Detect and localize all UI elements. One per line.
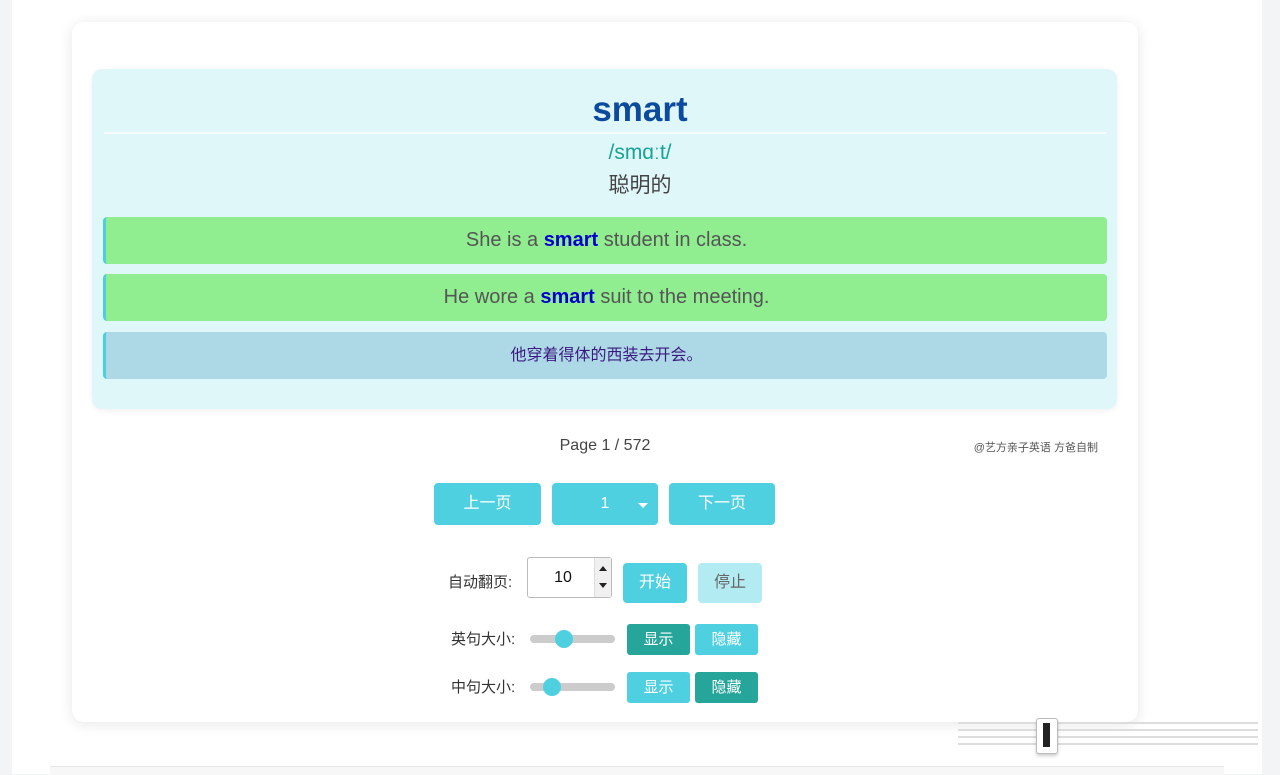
example-sentence-2: He wore a smart suit to the meeting. xyxy=(103,274,1107,321)
english-size-slider[interactable] xyxy=(530,630,615,648)
chinese-hide-button[interactable]: 隐藏 xyxy=(695,672,758,703)
scroll-handle[interactable] xyxy=(1036,718,1058,754)
next-page-button[interactable]: 下一页 xyxy=(669,483,775,525)
sentence-keyword: smart xyxy=(543,229,599,251)
autoplay-label: 自动翻页: xyxy=(448,574,513,591)
page-select-value: 1 xyxy=(600,495,610,512)
example-sentence-1: She is a smart student in class. xyxy=(103,217,1107,264)
chinese-size-label: 中句大小: xyxy=(451,679,516,696)
english-show-button[interactable]: 显示 xyxy=(627,624,690,655)
translation-sentence: 他穿着得体的西装去开会。 xyxy=(103,332,1107,379)
number-spinner[interactable] xyxy=(594,558,611,597)
spin-up-icon[interactable] xyxy=(599,566,607,571)
autoplay-interval-value: 10 xyxy=(554,569,572,586)
word-divider xyxy=(104,132,1107,134)
sentence-before: He wore a xyxy=(443,286,541,308)
english-hide-button[interactable]: 隐藏 xyxy=(695,624,758,655)
autoplay-start-button[interactable]: 开始 xyxy=(623,563,687,603)
page-select[interactable]: 1 xyxy=(552,483,658,525)
sentence-keyword: smart xyxy=(540,286,595,308)
autoplay-stop-button[interactable]: 停止 xyxy=(698,563,762,603)
chevron-down-icon xyxy=(638,503,648,508)
meaning: 聪明的 xyxy=(608,174,672,197)
slider-thumb[interactable] xyxy=(555,630,573,648)
spin-down-icon[interactable] xyxy=(599,583,607,588)
english-size-label: 英句大小: xyxy=(451,631,516,648)
sentence-after: suit to the meeting. xyxy=(594,286,770,308)
sentence-after: student in class. xyxy=(598,229,748,251)
phonetic: /smɑːt/ xyxy=(608,141,672,164)
credit-text: @艺方亲子英语 方爸自制 xyxy=(973,442,1098,454)
chinese-size-slider[interactable] xyxy=(530,678,615,696)
word-title: smart xyxy=(592,90,688,129)
chinese-show-button[interactable]: 显示 xyxy=(627,672,690,703)
horizontal-scroll-widget[interactable] xyxy=(958,716,1262,754)
slider-thumb[interactable] xyxy=(543,678,561,696)
prev-page-button[interactable]: 上一页 xyxy=(434,483,541,525)
sentence-before: She is a xyxy=(465,229,544,251)
autoplay-interval-input[interactable]: 10 xyxy=(527,557,612,598)
